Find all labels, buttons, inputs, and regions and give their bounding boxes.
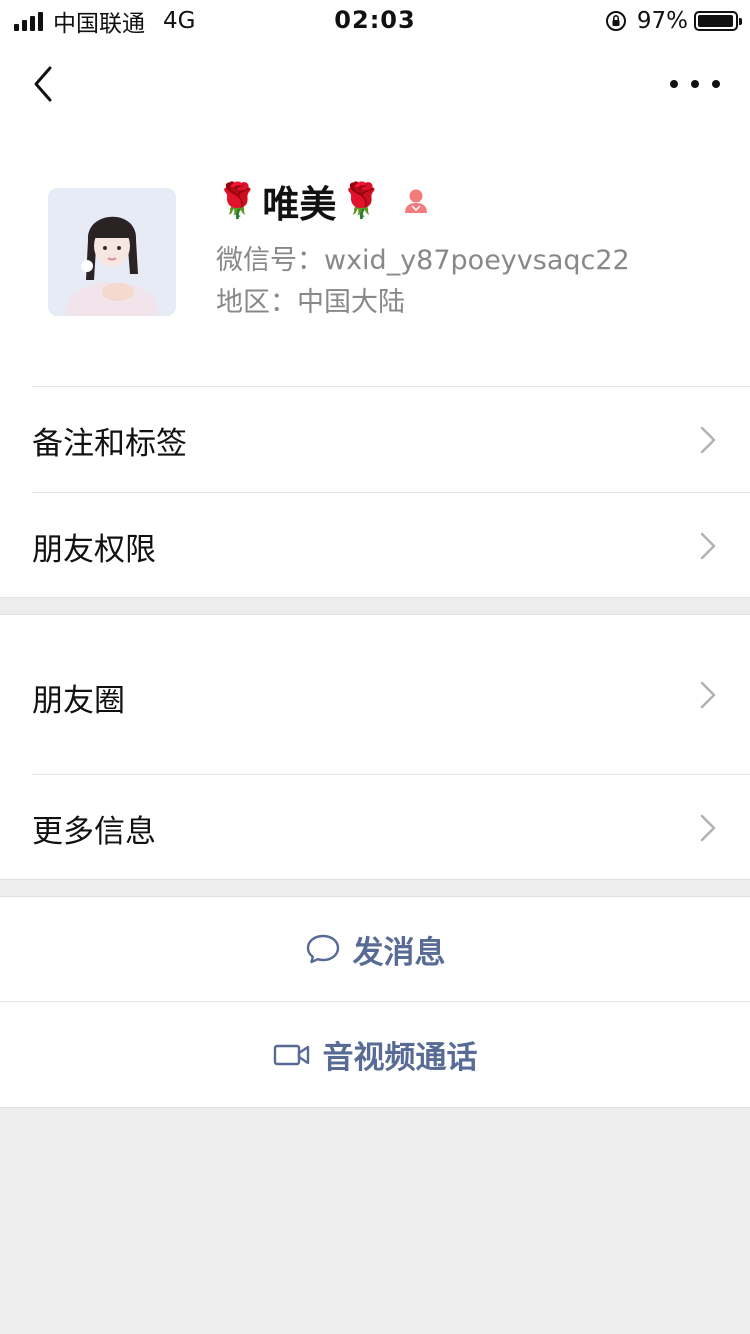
chevron-right-icon xyxy=(700,532,716,560)
moments-cell[interactable]: 朋友圈 xyxy=(0,615,750,774)
section-border xyxy=(0,1107,750,1108)
rotation-lock-icon xyxy=(605,11,626,31)
rose-emoji: 🌹 xyxy=(216,181,259,221)
moments-label: 朋友圈 xyxy=(32,683,125,719)
profile-name: 唯美 xyxy=(262,183,337,226)
video-camera-icon xyxy=(273,1044,309,1065)
friend-permissions-cell[interactable]: 朋友权限 xyxy=(0,492,750,598)
female-icon xyxy=(404,189,427,213)
avatar-image xyxy=(48,188,176,316)
status-right: 97% xyxy=(605,7,742,35)
section-border xyxy=(0,879,750,880)
battery-percent: 97% xyxy=(636,8,688,34)
name-row: 🌹 唯美 🌹 xyxy=(216,176,431,226)
more-dot xyxy=(712,80,720,88)
more-info-label: 更多信息 xyxy=(32,814,156,850)
video-call-button[interactable]: 音视频通话 xyxy=(0,1002,750,1107)
divider xyxy=(32,492,750,493)
section-border xyxy=(0,597,750,598)
avatar[interactable] xyxy=(48,188,176,316)
send-message-button[interactable]: 发消息 xyxy=(0,897,750,1001)
send-message-label: 发消息 xyxy=(352,934,446,971)
remark-tags-cell[interactable]: 备注和标签 xyxy=(0,386,750,492)
chevron-right-icon xyxy=(700,681,716,709)
more-dot xyxy=(691,80,699,88)
wechat-id: 微信号：wxid_y87poeyvsaqc22 xyxy=(216,245,630,276)
rose-emoji: 🌹 xyxy=(340,181,383,221)
back-button[interactable] xyxy=(22,62,66,106)
divider xyxy=(32,774,750,775)
remark-tags-label: 备注和标签 xyxy=(32,426,187,462)
battery-fill xyxy=(698,15,733,27)
status-bar: 中国联通 4G 02:03 97% xyxy=(0,0,750,42)
chevron-right-icon xyxy=(700,814,716,842)
more-button[interactable] xyxy=(670,72,720,96)
nav-bar xyxy=(0,42,750,128)
more-info-cell[interactable]: 更多信息 xyxy=(0,774,750,879)
chevron-right-icon xyxy=(700,426,716,454)
profile-header: 🌹 唯美 🌹 微信号：wxid_y87poeyvsaqc22 地区：中国大陆 xyxy=(0,128,750,386)
region: 地区：中国大陆 xyxy=(216,287,405,318)
friend-permissions-label: 朋友权限 xyxy=(32,532,156,568)
battery-icon xyxy=(694,11,742,31)
divider xyxy=(32,386,750,387)
chevron-left-icon xyxy=(34,66,52,102)
chat-bubble-icon xyxy=(306,934,339,964)
video-call-label: 音视频通话 xyxy=(322,1040,478,1076)
more-dot xyxy=(670,80,678,88)
